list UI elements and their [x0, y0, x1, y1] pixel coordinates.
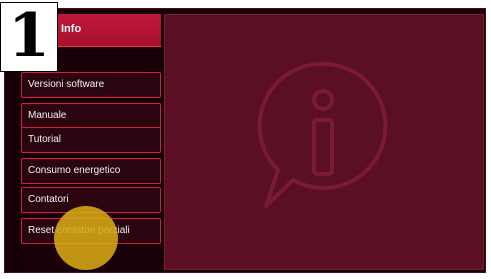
menu-item-tutorial[interactable]: Tutorial [21, 127, 161, 153]
menu-item-manuale[interactable]: Manuale [21, 103, 161, 129]
header-title: Info [61, 23, 82, 35]
menu-item-versioni-software[interactable]: Versioni software [21, 72, 161, 98]
content-panel [164, 14, 484, 270]
tutorial-frame: Info Versioni software Manuale Tutorial … [0, 0, 491, 279]
step-number-badge: 1 [0, 2, 58, 72]
tap-indicator [54, 206, 118, 270]
device-screen: Info Versioni software Manuale Tutorial … [4, 8, 486, 273]
info-speech-bubble-icon [257, 61, 388, 208]
menu-item-consumo-energetico[interactable]: Consumo energetico [21, 158, 161, 184]
